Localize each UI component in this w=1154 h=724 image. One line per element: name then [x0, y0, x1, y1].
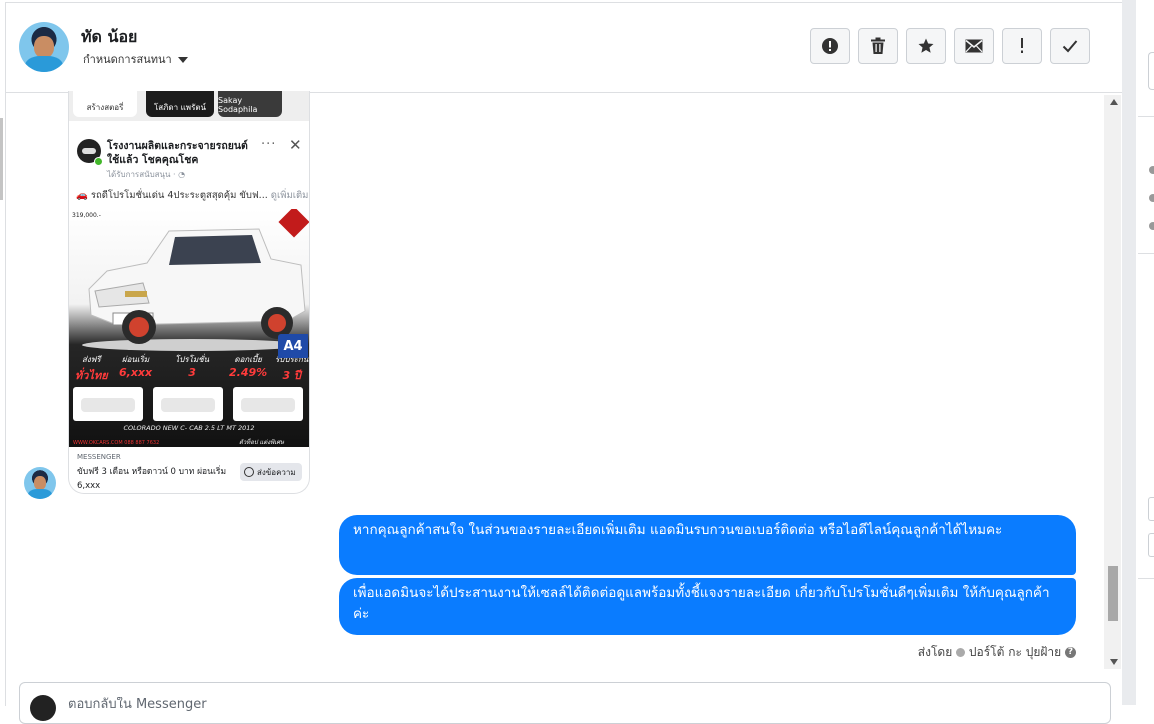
report-button[interactable]: [810, 28, 850, 64]
ad-thumb-image: [73, 387, 143, 421]
ad-stat-value: 3: [188, 366, 196, 379]
assign-conversation-label: กำหนดการสนทนา: [83, 53, 172, 66]
story-thumb-friend: โสภิดา แพรัตน์: [146, 91, 214, 117]
envelope-icon: [965, 39, 983, 53]
help-icon[interactable]: ?: [1065, 647, 1076, 658]
star-icon: [918, 38, 934, 53]
ad-thumb-image: [233, 387, 303, 421]
star-button[interactable]: [906, 28, 946, 64]
scroll-down-arrow-icon[interactable]: [1110, 659, 1118, 665]
contact-name[interactable]: ทัด น้อย: [81, 25, 137, 50]
radio-icon: [1149, 194, 1154, 202]
ad-site-text: WWW.OKCARS.COM 088 887 7632: [73, 440, 160, 446]
sender-avatar: [24, 467, 56, 499]
important-button[interactable]: [1002, 28, 1042, 64]
check-icon: [1062, 40, 1078, 53]
done-button[interactable]: [1050, 28, 1090, 64]
ad-stat: ส่งฟรีทั่วไทย: [75, 353, 108, 384]
trash-icon: [871, 37, 885, 54]
contact-avatar[interactable]: [19, 22, 69, 72]
ad-stat-label: โปรโมชั่น: [175, 355, 210, 364]
close-icon: ✕: [289, 136, 302, 154]
left-scrollbar-fragment: [0, 118, 3, 200]
send-message-label: ส่งข้อความ: [257, 467, 296, 477]
panel-divider: [1122, 0, 1136, 705]
scrollbar-thumb[interactable]: [1108, 566, 1118, 621]
story-thumbnails: สร้างสตอรี่ โสภิดา แพรัตน์ Sakay Sodaphi…: [69, 91, 309, 121]
ad-stat: โปรโมชั่น 3: [175, 353, 209, 379]
divider-line: [1138, 578, 1154, 579]
ad-stat-value: 2.49%: [229, 366, 268, 379]
sent-by-name: ปอร์โต้ กะ ปุยฝ้าย: [968, 645, 1062, 659]
conversation-header: ทัด น้อย กำหนดการสนทนา: [6, 3, 1122, 93]
pickup-truck-image: [82, 228, 306, 351]
ad-model-text: COLORADO NEW C- CAB 2.5 LT MT 2012: [123, 424, 255, 432]
ad-stat-label: ดอกเบี้ย: [234, 355, 262, 364]
reply-composer: [19, 682, 1111, 724]
online-dot-icon: [94, 157, 103, 166]
see-more-link: ดูเพิ่มเติม: [270, 190, 309, 201]
sent-by-prefix: ส่งโดย: [917, 645, 953, 659]
radio-icon: [1149, 222, 1154, 230]
card-description: ขับฟรี 3 เดือน หรือดาวน์ 0 บาท ผ่อนเริ่ม…: [77, 467, 227, 491]
ad-body-snippet: รถดีโปรโมชั่นเด่น 4ประระตูสสุดคุ้ม ขับฟ.…: [90, 190, 268, 201]
ad-a4-badge: A4: [278, 334, 308, 358]
details-panel-edge: [1136, 0, 1154, 705]
ad-reply-card[interactable]: สร้างสตอรี่ โสภิดา แพรัตน์ Sakay Sodaphi…: [68, 91, 310, 494]
globe-icon: ◔: [178, 170, 186, 179]
car-icon: 🚗: [76, 190, 88, 201]
ad-image: 319,000.- ส่งฟรีทั่วไทย ผ่อนเริ่ม 6,xxx โ…: [69, 209, 309, 447]
ad-stat-value: ทั่วไทย: [75, 369, 108, 382]
ad-stat-value: 6,xxx: [119, 366, 153, 379]
mark-unread-button[interactable]: [954, 28, 994, 64]
assign-conversation-dropdown[interactable]: กำหนดการสนทนา: [83, 50, 188, 68]
ad-stat: ดอกเบี้ย 2.49%: [229, 353, 267, 379]
exclamation-icon: [1021, 38, 1023, 53]
scroll-up-arrow-icon[interactable]: [1110, 99, 1118, 105]
sponsored-label: ได้รับการสนับสนุน · ◔: [107, 168, 185, 181]
radio-icon: [1149, 166, 1154, 174]
delete-button[interactable]: [858, 28, 898, 64]
details-field-edge: [1148, 533, 1154, 557]
ad-page-name: โรงงานผลิตและกระจายรถยนต์ใช้แล้ว โชคคุณโ…: [107, 140, 248, 166]
ad-body-text: 🚗 รถดีโปรโมชั่นเด่น 4ประระตูสสุดคุ้ม ขับ…: [76, 188, 308, 203]
story-thumb-friend: Sakay Sodaphila: [218, 91, 282, 117]
details-input-edge: [1148, 52, 1154, 90]
ad-thumb-image: [153, 387, 223, 421]
ad-stat-label: ผ่อนเริ่ม: [121, 355, 150, 364]
story-thumb-create: สร้างสตอรี่: [73, 91, 137, 117]
ad-stat: ผ่อนเริ่ม 6,xxx: [119, 353, 152, 379]
admin-avatar-icon: [956, 648, 966, 657]
message-bubble: หากคุณลูกค้าสนใจ ในส่วนของรายละเอียดเพิ่…: [339, 515, 1076, 575]
messenger-icon: [244, 467, 254, 477]
sponsored-text: ได้รับการสนับสนุน ·: [107, 170, 179, 179]
page-avatar: [30, 695, 56, 721]
ad-tag-text: ตัวท็อป แต่งพิเศษ: [239, 439, 285, 446]
ad-stat-value: 3 ปี: [282, 369, 301, 382]
caret-down-icon: [177, 57, 188, 63]
conversation-panel: ทัด น้อย กำหนดการสนทนา สร้างสตอรี่ โสภิด…: [5, 2, 1122, 724]
exclamation-circle-icon: [822, 38, 838, 54]
details-field-edge: [1148, 497, 1154, 521]
ad-price: 319,000.-: [72, 212, 101, 219]
message-bubble: เพื่อแอดมินจะได้ประสานงานให้เซลล์ได้ติดต…: [339, 578, 1076, 635]
ad-stat-label: ส่งฟรี: [81, 355, 101, 364]
divider-line: [1138, 253, 1154, 254]
send-message-button[interactable]: ส่งข้อความ: [240, 463, 302, 481]
card-source-label: MESSENGER: [77, 453, 121, 461]
sent-by-label: ส่งโดย ปอร์โต้ กะ ปุยฝ้าย ?: [706, 643, 1076, 662]
more-options-icon: ···: [261, 137, 277, 152]
divider-line: [1138, 116, 1154, 117]
